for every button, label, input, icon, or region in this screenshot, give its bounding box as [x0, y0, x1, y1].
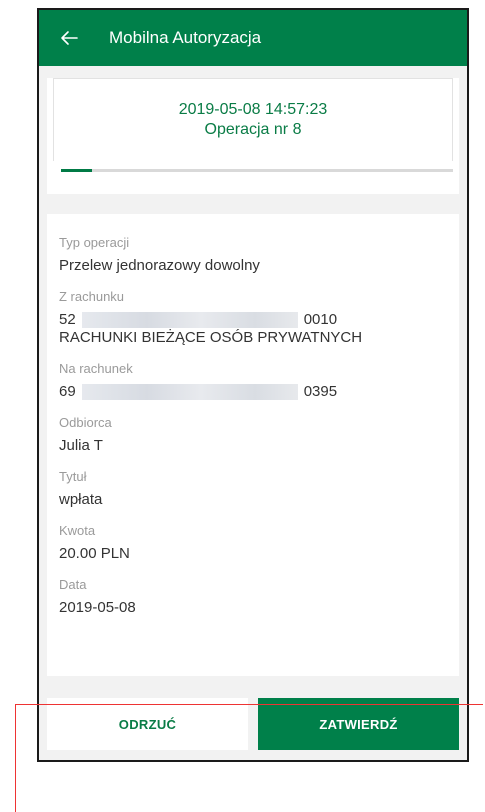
masked-account-digits: [81, 312, 298, 328]
account-prefix: 52: [59, 311, 76, 328]
field-label: Tytuł: [59, 469, 87, 484]
operation-summary: 2019-05-08 14:57:23 Operacja nr 8: [53, 78, 453, 161]
progress-fill: [61, 169, 93, 172]
account-prefix: 69: [59, 383, 76, 400]
field-label: Odbiorca: [59, 415, 112, 430]
operation-details-card: Typ operacji Przelew jednorazowy dowolny…: [47, 214, 459, 676]
masked-account-digits: [81, 384, 298, 400]
account-number: 52 0010: [59, 311, 447, 329]
app-bar: Mobilna Autoryzacja: [39, 10, 467, 66]
action-bar: ODRZUĆ ZATWIERDŹ: [39, 682, 467, 760]
accept-button[interactable]: ZATWIERDŹ: [258, 698, 459, 750]
field-title: Tytuł wpłata: [59, 468, 447, 509]
field-recipient: Odbiorca Julia T: [59, 414, 447, 455]
field-date: Data 2019-05-08: [59, 576, 447, 617]
arrow-left-icon: [61, 31, 78, 45]
field-value: wpłata: [59, 491, 103, 508]
field-operation-type: Typ operacji Przelew jednorazowy dowolny: [59, 234, 447, 275]
operation-summary-card: 2019-05-08 14:57:23 Operacja nr 8: [47, 78, 459, 194]
phone-frame: Mobilna Autoryzacja 2019-05-08 14:57:23 …: [37, 8, 469, 762]
field-amount: Kwota 20.00 PLN: [59, 522, 447, 563]
field-label: Data: [59, 577, 87, 592]
account-suffix: 0395: [303, 383, 338, 400]
progress-bar: [61, 169, 453, 172]
field-value: 2019-05-08: [59, 599, 136, 616]
account-suffix: 0010: [303, 311, 338, 328]
field-label: Kwota: [59, 523, 96, 538]
field-label: Na rachunek: [59, 361, 133, 376]
field-to-account: Na rachunek 69 0395: [59, 360, 447, 401]
page-title: Mobilna Autoryzacja: [109, 28, 262, 47]
field-value: Przelew jednorazowy dowolny: [59, 257, 260, 274]
account-number: 69 0395: [59, 383, 447, 401]
field-from-account: Z rachunku 52 0010 RACHUNKI BIEŻĄCE OSÓB…: [59, 288, 447, 347]
operation-datetime: 2019-05-08 14:57:23: [178, 101, 328, 118]
account-name: RACHUNKI BIEŻĄCE OSÓB PRYWATNYCH: [59, 329, 363, 346]
field-label: Z rachunku: [59, 289, 125, 304]
reject-button[interactable]: ODRZUĆ: [47, 698, 248, 750]
operation-number: Operacja nr 8: [204, 121, 302, 138]
field-value: Julia T: [59, 437, 103, 454]
field-label: Typ operacji: [59, 235, 130, 250]
field-value: 20.00 PLN: [59, 545, 130, 562]
back-button[interactable]: [39, 10, 99, 66]
